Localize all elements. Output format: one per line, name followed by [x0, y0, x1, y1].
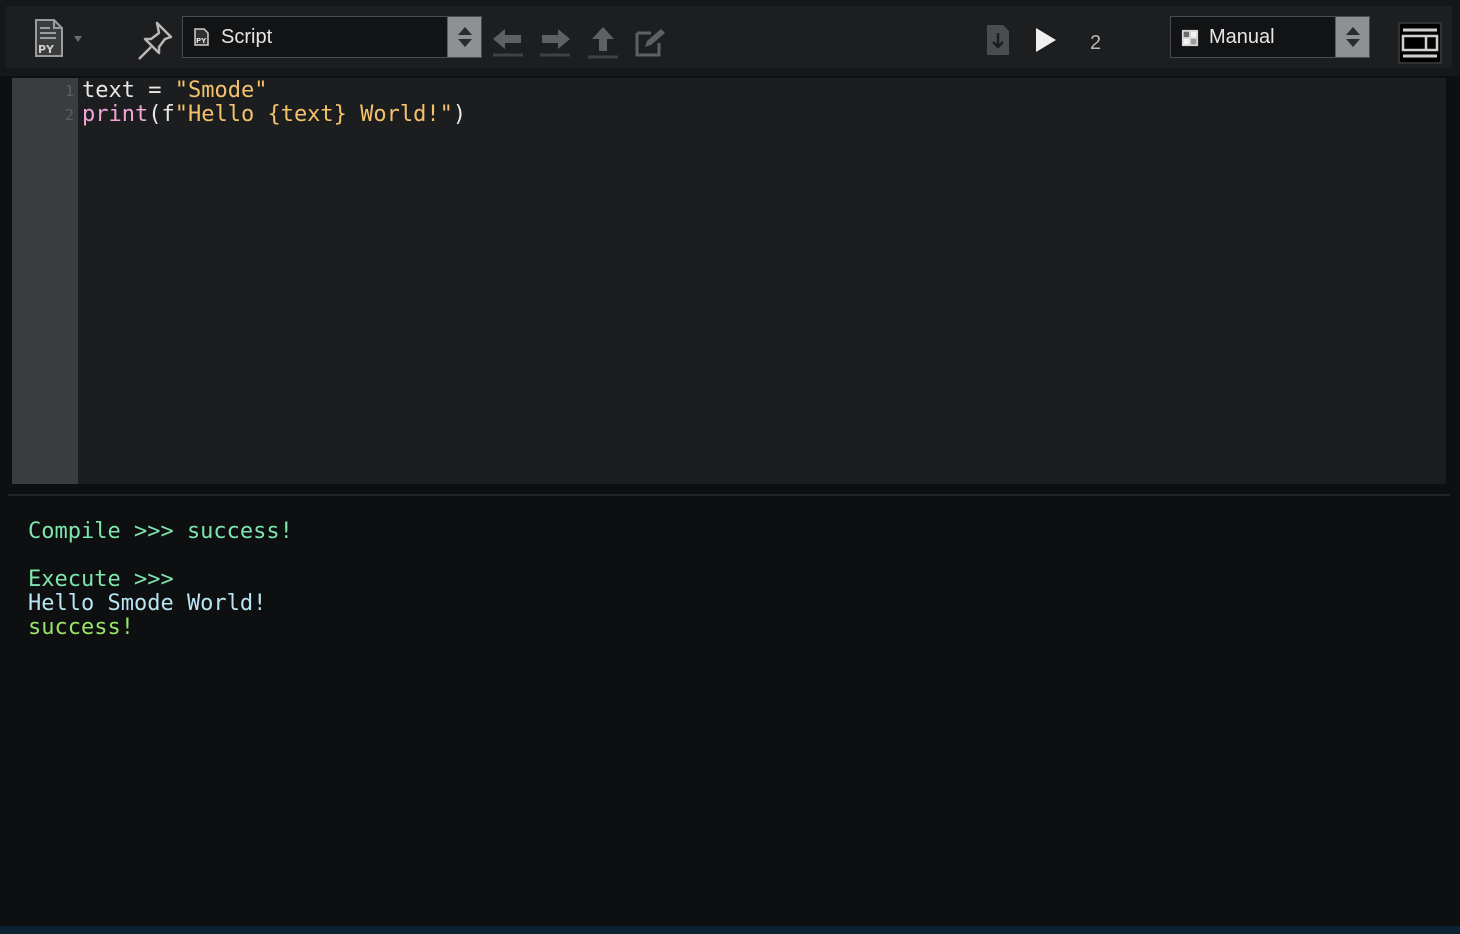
code-token-string: "Hello {text} World!": [174, 102, 453, 127]
run-count: 2: [1090, 32, 1102, 54]
console-output: Compile >>> success! Execute >>> Hello S…: [28, 520, 1428, 640]
console-line: Compile >>> success!: [28, 519, 293, 544]
svg-text:PY: PY: [196, 37, 207, 45]
line-number: 1: [64, 82, 74, 100]
python-file-menu-button[interactable]: PY: [26, 16, 90, 60]
console-line: success!: [28, 615, 134, 640]
code-line[interactable]: print(f"Hello {text} World!"): [82, 102, 466, 127]
arrow-left-icon: [493, 29, 523, 57]
arrow-right-icon: [540, 29, 570, 57]
script-selector-spinner[interactable]: [447, 17, 481, 57]
line-number: 2: [64, 106, 74, 124]
save-button[interactable]: [982, 20, 1014, 60]
console-line: Execute >>>: [28, 567, 174, 592]
code-token: (f: [148, 102, 175, 127]
play-button[interactable]: [1028, 20, 1064, 60]
mode-grid-icon: [1181, 28, 1199, 47]
toolbar-panel: PY PY Script 2 Manual: [6, 6, 1452, 68]
line-number-gutter: 1 2: [12, 78, 78, 484]
status-bar: [0, 926, 1460, 934]
execution-mode-selector[interactable]: Manual: [1170, 16, 1370, 58]
script-selector-value: Script: [221, 25, 273, 48]
execution-mode-spinner[interactable]: [1335, 17, 1369, 57]
code-token: text =: [82, 78, 175, 103]
edit-icon: [635, 29, 665, 57]
layout-button[interactable]: [1396, 20, 1444, 66]
script-selector[interactable]: PY Script: [182, 16, 482, 58]
toolbar: PY PY Script 2 Manual: [0, 0, 1460, 76]
forward-button[interactable]: [535, 20, 575, 64]
edit-button[interactable]: [630, 20, 670, 64]
python-file-icon: PY: [193, 28, 211, 46]
python-file-icon: PY: [35, 19, 82, 57]
layout-icon: [1398, 22, 1442, 64]
download-icon: [987, 25, 1009, 55]
up-down-arrows-icon: [1345, 27, 1360, 47]
back-button[interactable]: [488, 20, 528, 64]
code-token: ): [452, 102, 467, 127]
panel-splitter[interactable]: [8, 494, 1450, 496]
console-line: Hello Smode World!: [28, 591, 267, 616]
up-down-arrows-icon: [457, 27, 472, 47]
svg-text:PY: PY: [38, 43, 55, 56]
code-token-keyword: print: [82, 102, 149, 127]
up-button[interactable]: [583, 20, 623, 64]
code-token-string: "Smode": [174, 78, 268, 103]
code-line[interactable]: text = "Smode": [82, 78, 267, 103]
execution-mode-value: Manual: [1209, 25, 1275, 48]
play-icon: [1036, 28, 1056, 52]
code-editor[interactable]: 1 2 text = "Smode" print(f"Hello {text} …: [12, 78, 1446, 484]
arrow-up-icon: [588, 27, 618, 59]
pin-button[interactable]: [132, 18, 178, 64]
pin-icon: [138, 21, 173, 60]
